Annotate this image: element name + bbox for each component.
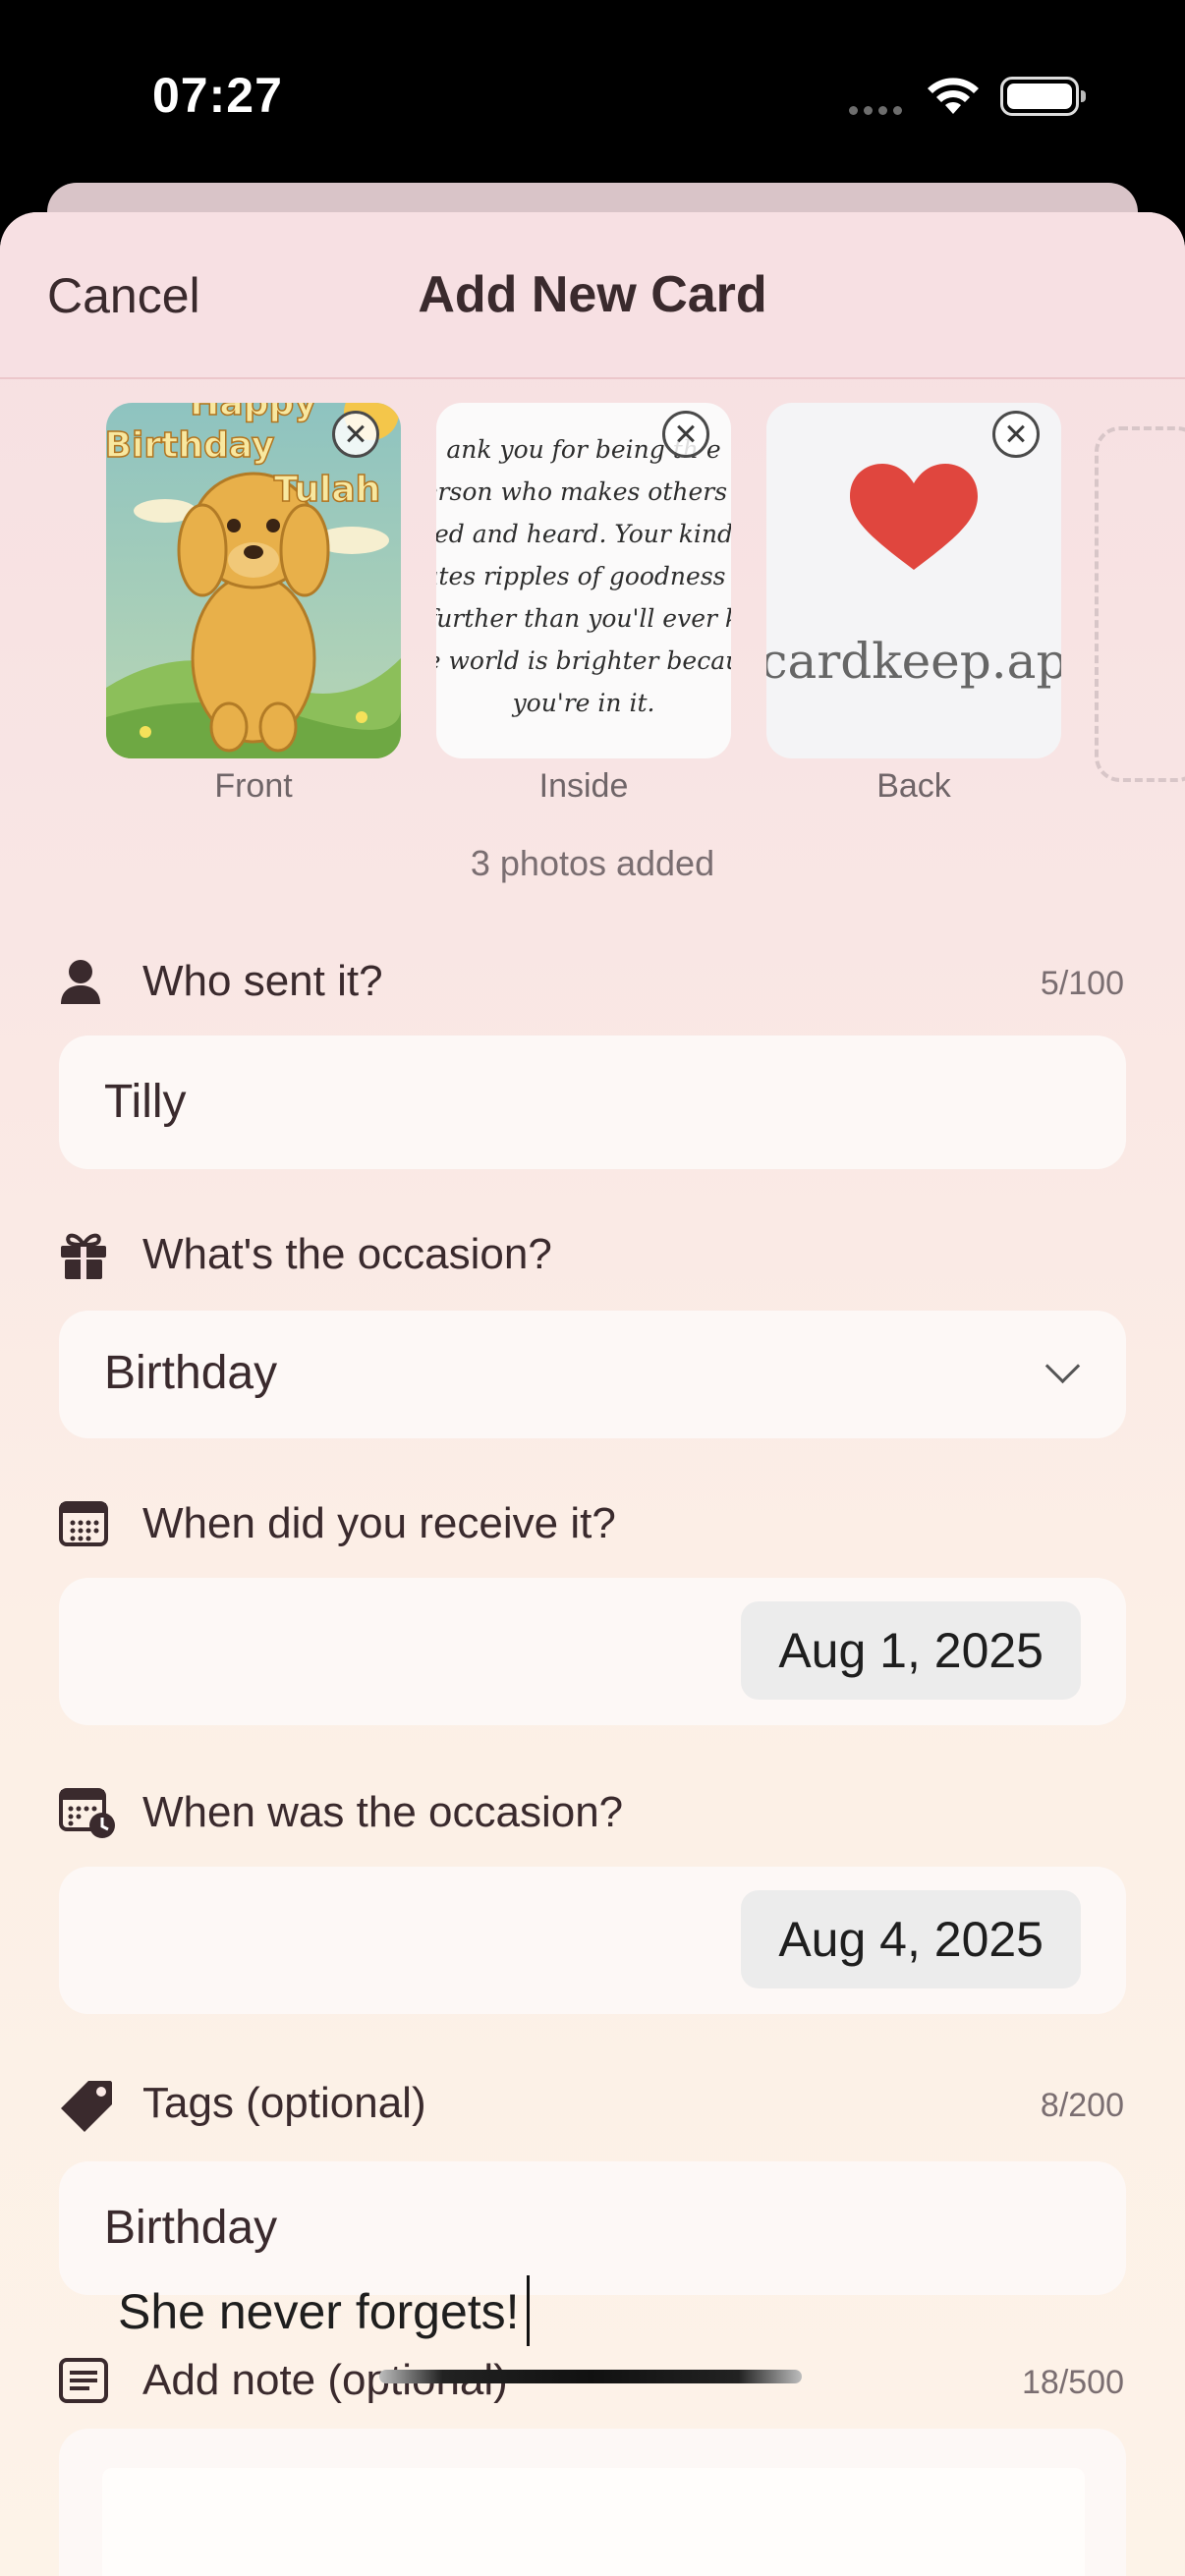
sender-label: Who sent it? (142, 957, 383, 1005)
note-count: 18/500 (1022, 2364, 1124, 2401)
photo-front[interactable]: Happy Birthday Tulah (106, 403, 401, 758)
remove-back-icon[interactable] (992, 411, 1040, 458)
tags-count: 8/200 (1040, 2087, 1124, 2124)
occasion-value: Birthday (104, 1347, 278, 1399)
photo-label-front: Front (214, 767, 293, 805)
note-icon (59, 2358, 108, 2403)
text-caret (527, 2275, 530, 2346)
battery-icon (1000, 77, 1086, 116)
photo-label-back: Back (876, 767, 951, 805)
occasion-date-row: Aug 4, 2025 (59, 1867, 1126, 2014)
person-icon (61, 960, 100, 1004)
remove-inside-icon[interactable] (662, 411, 709, 458)
sender-count: 5/100 (1040, 965, 1124, 1002)
inside-line-7: you're in it. (512, 689, 655, 717)
front-text-3: Tulah (274, 470, 381, 510)
calendar-icon (59, 1501, 108, 1546)
inside-line-5: further than you'll ever k (436, 604, 731, 633)
sheet-header: Cancel Add New Card (0, 212, 1185, 379)
wifi-icon (928, 78, 979, 114)
occasion-label: What's the occasion? (142, 1230, 552, 1278)
add-photo-slot[interactable] (1095, 426, 1185, 782)
photo-inside[interactable]: ank you for being th e erson who makes o… (436, 403, 731, 758)
add-card-sheet: Cancel Add New Card Happy Birthday Tulah… (0, 212, 1185, 2576)
gift-icon (61, 1233, 106, 1279)
sender-input[interactable]: Tilly (59, 1036, 1126, 1169)
note-value: She never forgets! (118, 2284, 520, 2339)
inside-line-6: e world is brighter becau (436, 646, 731, 675)
inside-line-2: erson who makes others f (436, 477, 731, 506)
calendar-clock-icon (59, 1788, 115, 1838)
occasion-date-label: When was the occasion? (142, 1788, 624, 1836)
remove-front-icon[interactable] (332, 411, 379, 458)
note-input[interactable] (59, 2429, 1126, 2576)
tags-label: Tags (optional) (142, 2079, 426, 2127)
photos-count: 3 photos added (470, 843, 715, 883)
tags-value: Birthday (104, 2202, 278, 2254)
front-text-1: Happy (190, 403, 316, 423)
page-title: Add New Card (418, 266, 767, 323)
photo-back[interactable]: cardkeep.ap (766, 403, 1061, 758)
sender-value: Tilly (104, 1076, 187, 1128)
received-label: When did you receive it? (142, 1499, 616, 1547)
back-card-text: cardkeep.ap (766, 633, 1061, 690)
inside-line-4: ates ripples of goodness t (436, 562, 731, 590)
chevron-down-icon (1044, 1348, 1081, 1384)
occasion-select[interactable]: Birthday (59, 1311, 1126, 1438)
tag-icon (61, 2081, 112, 2132)
front-text-2: Birthday (106, 425, 274, 466)
inside-line-3: ed and heard. Your kind (436, 520, 731, 548)
photo-label-inside: Inside (538, 767, 629, 805)
occasion-date-picker[interactable]: Aug 4, 2025 (741, 1890, 1081, 1988)
received-date-picker[interactable]: Aug 1, 2025 (741, 1601, 1081, 1700)
status-time: 07:27 (152, 68, 283, 123)
tags-input[interactable]: Birthday (59, 2161, 1126, 2295)
signal-icon (849, 102, 908, 115)
home-indicator (379, 2370, 802, 2383)
note-text-area (102, 2468, 1085, 2576)
received-date-row: Aug 1, 2025 (59, 1578, 1126, 1725)
